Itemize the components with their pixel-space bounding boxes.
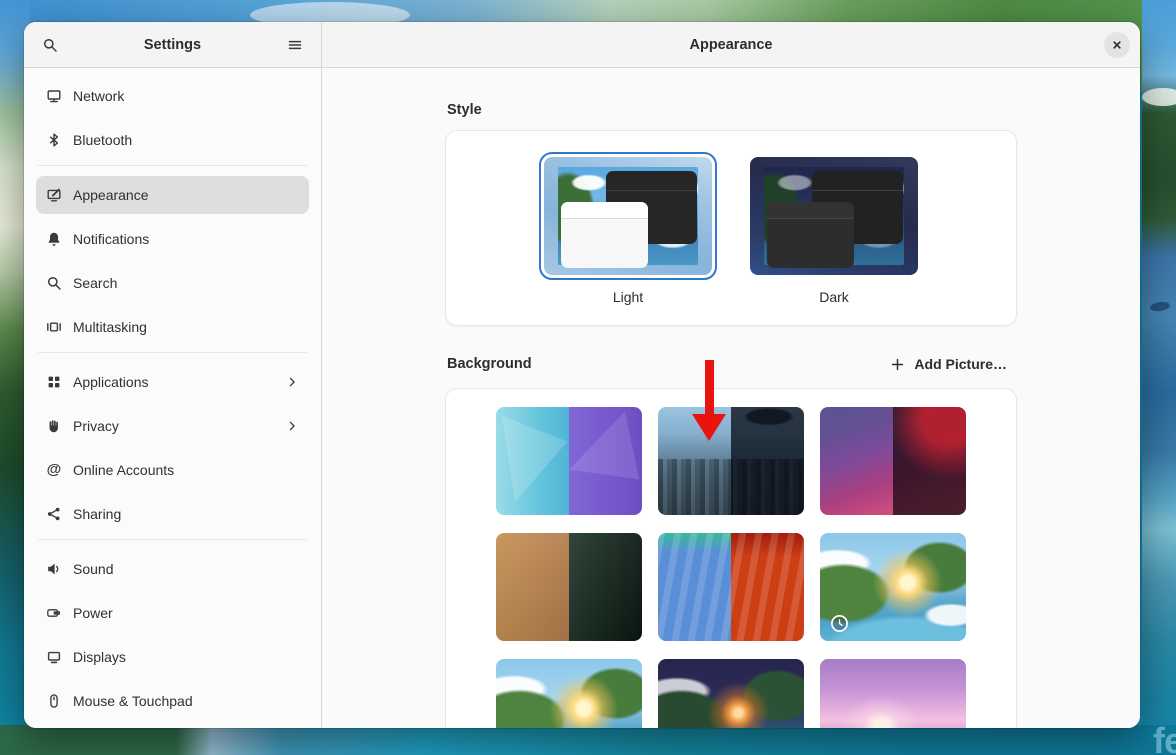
wallpaper-thumbnail-sunset[interactable] xyxy=(820,659,966,728)
wallpaper-grid xyxy=(496,407,966,728)
sidebar-item-label: Multitasking xyxy=(73,319,147,335)
sidebar-item-label: Displays xyxy=(73,649,126,665)
wallpaper-thumbnail-island-timed[interactable] xyxy=(820,533,966,641)
search-icon xyxy=(42,37,58,53)
sidebar-item-privacy[interactable]: Privacy xyxy=(36,407,309,445)
background-section-title: Background xyxy=(447,356,532,372)
fedora-watermark: fe xyxy=(1153,720,1176,755)
clock-badge-icon xyxy=(830,614,849,633)
appearance-panel: Appearance Style xyxy=(322,22,1140,728)
style-option-light[interactable]: Light xyxy=(539,152,717,305)
sidebar-item-mouse-touchpad[interactable]: Mouse & Touchpad xyxy=(36,682,309,720)
sidebar-item-label: Search xyxy=(73,275,117,291)
wallpaper-thumbnail-drips[interactable] xyxy=(658,533,804,641)
sidebar-item-notifications[interactable]: Notifications xyxy=(36,220,309,258)
plus-icon xyxy=(889,356,905,372)
chevron-right-icon xyxy=(285,375,299,389)
main-menu-button[interactable] xyxy=(279,29,311,61)
display-icon xyxy=(46,649,62,665)
close-window-button[interactable] xyxy=(1104,32,1130,58)
style-option-dark[interactable]: Dark xyxy=(745,152,923,305)
sidebar-item-displays[interactable]: Displays xyxy=(36,638,309,676)
battery-icon xyxy=(46,605,62,621)
panel-content: Style Light xyxy=(322,68,1140,728)
style-section-title: Style xyxy=(447,102,1015,118)
sidebar: Settings Network Bluetooth xyxy=(24,22,322,728)
sidebar-headerbar: Settings xyxy=(24,22,321,68)
panel-headerbar: Appearance xyxy=(322,22,1140,68)
sidebar-item-label: Network xyxy=(73,88,124,104)
sidebar-item-label: Sharing xyxy=(73,506,121,522)
sidebar-item-online-accounts[interactable]: @ Online Accounts xyxy=(36,451,309,489)
desktop-right-hills xyxy=(1142,0,1176,755)
desktop-water xyxy=(0,725,1176,755)
light-style-preview xyxy=(544,157,712,275)
sidebar-separator xyxy=(38,165,307,166)
background-card xyxy=(445,388,1017,728)
search-icon xyxy=(46,275,62,291)
preview-window-front xyxy=(767,202,854,268)
applications-grid-icon xyxy=(46,374,62,390)
sidebar-item-label: Privacy xyxy=(73,418,119,434)
style-option-label: Light xyxy=(613,289,643,305)
sidebar-item-sharing[interactable]: Sharing xyxy=(36,495,309,533)
sidebar-item-label: Sound xyxy=(73,561,113,577)
hamburger-menu-icon xyxy=(287,37,303,53)
sidebar-item-label: Applications xyxy=(73,374,149,390)
desktop-cloud xyxy=(1142,88,1176,106)
search-button[interactable] xyxy=(34,29,66,61)
bluetooth-icon xyxy=(46,132,62,148)
sidebar-item-sound[interactable]: Sound xyxy=(36,550,309,588)
wallpaper-thumbnail-painted[interactable] xyxy=(496,533,642,641)
sidebar-item-search[interactable]: Search xyxy=(36,264,309,302)
sidebar-item-label: Power xyxy=(73,605,113,621)
selection-ring xyxy=(539,152,717,280)
preview-window-header xyxy=(767,202,854,219)
add-picture-label: Add Picture… xyxy=(914,356,1007,372)
add-picture-button[interactable]: Add Picture… xyxy=(881,352,1015,376)
wallpaper-thumbnail-city[interactable] xyxy=(658,407,804,515)
sidebar-item-label: Mouse & Touchpad xyxy=(73,693,193,709)
dark-style-preview xyxy=(750,157,918,275)
mouse-icon xyxy=(46,693,62,709)
sidebar-item-label: Appearance xyxy=(73,187,149,203)
speaker-icon xyxy=(46,561,62,577)
settings-window: Settings Network Bluetooth xyxy=(24,22,1140,728)
sidebar-item-network[interactable]: Network xyxy=(36,77,309,115)
multitasking-icon xyxy=(46,319,62,335)
style-card: Light Dark xyxy=(445,130,1017,326)
preview-window-header xyxy=(561,202,648,219)
network-icon xyxy=(46,88,62,104)
wallpaper-thumbnail-triangles[interactable] xyxy=(496,407,642,515)
sidebar-item-multitasking[interactable]: Multitasking xyxy=(36,308,309,346)
sidebar-separator xyxy=(38,539,307,540)
preview-window-front xyxy=(561,202,648,268)
sidebar-title: Settings xyxy=(66,37,279,53)
sidebar-list: Network Bluetooth Appearance Notific xyxy=(24,68,321,728)
hand-icon xyxy=(46,418,62,434)
wallpaper-thumbnail-waves[interactable] xyxy=(820,407,966,515)
sidebar-item-applications[interactable]: Applications xyxy=(36,363,309,401)
selection-ring xyxy=(745,152,923,280)
at-icon: @ xyxy=(46,462,62,478)
sidebar-item-appearance[interactable]: Appearance xyxy=(36,176,309,214)
wallpaper-thumbnail-island-light[interactable] xyxy=(496,659,642,728)
appearance-icon xyxy=(46,187,62,203)
background-section-header: Background Add Picture… xyxy=(447,352,1015,376)
share-icon xyxy=(46,506,62,522)
sidebar-item-label: Notifications xyxy=(73,231,149,247)
close-icon xyxy=(1109,37,1125,53)
bell-icon xyxy=(46,231,62,247)
sidebar-separator xyxy=(38,352,307,353)
style-option-label: Dark xyxy=(819,289,849,305)
sidebar-item-power[interactable]: Power xyxy=(36,594,309,632)
chevron-right-icon xyxy=(285,419,299,433)
page-title: Appearance xyxy=(689,37,772,53)
sidebar-item-label: Online Accounts xyxy=(73,462,174,478)
wallpaper-thumbnail-island-dark[interactable] xyxy=(658,659,804,728)
sidebar-item-bluetooth[interactable]: Bluetooth xyxy=(36,121,309,159)
sidebar-item-label: Bluetooth xyxy=(73,132,132,148)
